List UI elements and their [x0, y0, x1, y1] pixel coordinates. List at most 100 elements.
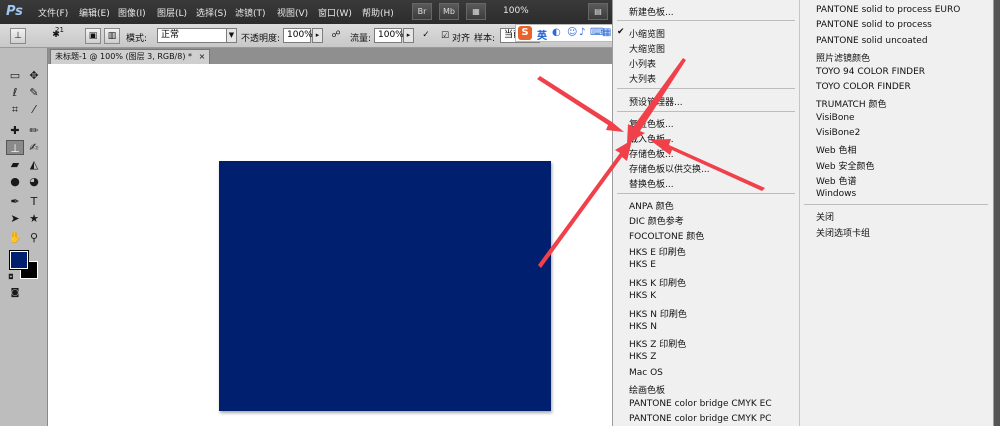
document-tab[interactable]: 未标题-1 @ 100% (图层 3, RGB/8) * × — [50, 49, 211, 64]
punctuation-icon[interactable]: ◐ — [552, 27, 561, 38]
menu-window[interactable]: 窗口(W) — [318, 6, 352, 19]
menu-item-visibone[interactable]: VisiBone — [816, 113, 855, 123]
menu-item-pantone-euro[interactable]: PANTONE solid to process EURO — [816, 5, 960, 15]
menu-image[interactable]: 图像(I) — [118, 6, 146, 19]
menu-item-small-thumbnail[interactable]: 小缩览图 — [629, 27, 665, 40]
menu-filter[interactable]: 滤镜(T) — [235, 6, 266, 19]
clone-stamp-tool-icon[interactable]: ⊥ — [6, 140, 24, 155]
mini-bridge-button[interactable]: Mb — [439, 3, 459, 20]
menu-item-visibone2[interactable]: VisiBone2 — [816, 128, 860, 138]
ime-language-toggle[interactable]: 英 — [537, 27, 547, 42]
menu-item-pantone-bridge-pc[interactable]: PANTONE color bridge CMYK PC — [629, 414, 771, 424]
hand-tool-icon[interactable]: ✋ — [6, 230, 24, 245]
flow-label: 流量: — [350, 34, 372, 44]
eraser-tool-icon[interactable]: ▰ — [6, 157, 24, 172]
opacity-input[interactable]: 100% — [283, 28, 313, 43]
toggle-brush-panel-icon[interactable]: ▣ — [85, 28, 101, 44]
foreground-color-swatch[interactable] — [9, 250, 29, 270]
menu-item-toyo-94[interactable]: TOYO 94 COLOR FINDER — [816, 67, 925, 77]
menu-item-web-hue[interactable]: Web 色相 — [816, 143, 856, 156]
menu-view[interactable]: 视图(V) — [277, 6, 308, 19]
quick-mask-icon[interactable]: ◙ — [6, 286, 24, 301]
path-selection-tool-icon[interactable]: ➤ — [6, 211, 24, 226]
menu-item-pantone-process[interactable]: PANTONE solid to process — [816, 20, 932, 30]
menu-item-small-list[interactable]: 小列表 — [629, 57, 656, 70]
pressure-opacity-icon[interactable]: ☍ — [328, 28, 344, 44]
menu-select[interactable]: 选择(S) — [196, 6, 227, 19]
menu-item-hks-n[interactable]: HKS N — [629, 322, 657, 332]
canvas-area[interactable] — [48, 64, 612, 426]
menu-item-replace-swatches[interactable]: 替换色板... — [629, 177, 674, 190]
menu-item-mac-os[interactable]: Mac OS — [629, 368, 663, 378]
skin-icon[interactable]: ▦ — [602, 27, 611, 38]
menu-item-web-safe[interactable]: Web 安全颜色 — [816, 159, 874, 172]
menu-item-close-tab-group[interactable]: 关闭选项卡组 — [816, 226, 870, 239]
dodge-tool-icon[interactable]: ◕ — [25, 174, 43, 189]
menu-item-paint-swatches[interactable]: 绘画色板 — [629, 383, 665, 396]
flow-input[interactable]: 100% — [374, 28, 404, 43]
flow-slider-icon[interactable]: ▸ — [403, 28, 414, 43]
menu-layer[interactable]: 图层(L) — [157, 6, 187, 19]
brush-tool-icon[interactable]: ✏ — [25, 123, 43, 138]
align-checkbox[interactable]: ☑ — [441, 31, 449, 41]
emoji-icon[interactable]: ☺ — [567, 27, 577, 38]
paint-bucket-tool-icon[interactable]: ◭ — [25, 157, 43, 172]
crop-tool-icon[interactable]: ⌗ — [6, 102, 24, 117]
toggle-clone-source-icon[interactable]: ▥ — [104, 28, 120, 44]
zoom-level[interactable]: 100% — [503, 6, 529, 16]
close-icon[interactable]: × — [199, 52, 206, 61]
airbrush-icon[interactable]: ✓ — [418, 28, 434, 44]
marquee-tool-icon[interactable]: ▭ — [6, 68, 24, 83]
chevron-down-icon[interactable]: ▼ — [226, 28, 237, 43]
menu-item-trumatch[interactable]: TRUMATCH 颜色 — [816, 97, 886, 110]
sogou-logo-icon[interactable]: S — [518, 26, 532, 40]
menu-item-reset-swatches[interactable]: 复位色板... — [629, 117, 674, 130]
quick-selection-tool-icon[interactable]: ✎ — [25, 85, 43, 100]
stamp-tool-preset-icon[interactable]: ⊥ — [10, 28, 26, 44]
menu-item-hks-e-process[interactable]: HKS E 印刷色 — [629, 245, 686, 258]
menu-item-anpa[interactable]: ANPA 颜色 — [629, 199, 674, 212]
menu-item-load-swatches[interactable]: 载入色板... — [629, 132, 674, 145]
voice-icon[interactable]: ♪ — [579, 27, 585, 38]
menu-edit[interactable]: 编辑(E) — [79, 6, 110, 19]
menu-item-dic[interactable]: DIC 颜色参考 — [629, 214, 684, 227]
menu-item-hks-n-process[interactable]: HKS N 印刷色 — [629, 307, 687, 320]
blur-tool-icon[interactable]: ● — [6, 174, 24, 189]
opacity-slider-icon[interactable]: ▸ — [312, 28, 323, 43]
menu-item-web-spectrum[interactable]: Web 色谱 — [816, 174, 856, 187]
menu-item-large-thumbnail[interactable]: 大缩览图 — [629, 42, 665, 55]
menu-item-large-list[interactable]: 大列表 — [629, 72, 656, 85]
menu-help[interactable]: 帮助(H) — [362, 6, 394, 19]
menu-item-pantone-uncoated[interactable]: PANTONE solid uncoated — [816, 36, 928, 46]
menu-item-save-swatches-exchange[interactable]: 存储色板以供交换... — [629, 162, 710, 175]
menu-item-photo-filter[interactable]: 照片滤镜颜色 — [816, 51, 870, 64]
menu-item-preset-manager[interactable]: 预设管理器... — [629, 95, 683, 108]
menu-item-toyo[interactable]: TOYO COLOR FINDER — [816, 82, 911, 92]
arrange-documents-button[interactable]: ▤ — [588, 3, 608, 20]
history-brush-tool-icon[interactable]: ✍ — [25, 140, 43, 155]
menu-item-new-swatch[interactable]: 新建色板... — [629, 5, 674, 18]
menu-item-save-swatches[interactable]: 存储色板... — [629, 147, 674, 160]
shape-tool-icon[interactable]: ★ — [25, 211, 43, 226]
zoom-tool-icon[interactable]: ⚲ — [25, 230, 43, 245]
mode-select[interactable]: 正常 — [157, 28, 237, 43]
menu-item-pantone-bridge-ec[interactable]: PANTONE color bridge CMYK EC — [629, 399, 772, 409]
pen-tool-icon[interactable]: ✒ — [6, 194, 24, 209]
view-extras-button[interactable]: ▦ — [466, 3, 486, 20]
menu-item-hks-e[interactable]: HKS E — [629, 260, 656, 270]
menu-item-close[interactable]: 关闭 — [816, 210, 834, 223]
default-colors-icon[interactable]: ◘ — [2, 270, 20, 285]
menu-item-hks-z-process[interactable]: HKS Z 印刷色 — [629, 337, 686, 350]
eyedropper-tool-icon[interactable]: ⁄ — [25, 102, 43, 117]
menu-item-hks-k[interactable]: HKS K — [629, 291, 656, 301]
bridge-button[interactable]: Br — [412, 3, 432, 20]
menu-item-hks-z[interactable]: HKS Z — [629, 352, 656, 362]
menu-item-hks-k-process[interactable]: HKS K 印刷色 — [629, 276, 686, 289]
menu-file[interactable]: 文件(F) — [38, 6, 68, 19]
healing-brush-tool-icon[interactable]: ✚ — [6, 123, 24, 138]
menu-item-windows[interactable]: Windows — [816, 189, 856, 199]
lasso-tool-icon[interactable]: ℓ — [6, 85, 24, 100]
menu-item-focoltone[interactable]: FOCOLTONE 颜色 — [629, 229, 704, 242]
type-tool-icon[interactable]: T — [25, 194, 43, 209]
move-tool-icon[interactable]: ✥ — [25, 68, 43, 83]
